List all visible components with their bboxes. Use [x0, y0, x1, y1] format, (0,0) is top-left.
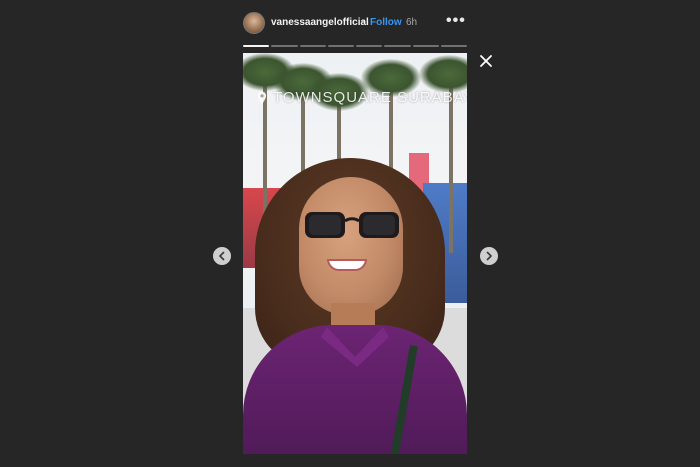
location-pin-icon — [257, 91, 267, 104]
chevron-left-icon — [219, 251, 225, 261]
story-header: vanessaangelofficial • Follow 6h ••• — [243, 12, 467, 36]
more-options-icon[interactable]: ••• — [446, 13, 466, 29]
progress-segment — [384, 45, 411, 47]
previous-story-button[interactable] — [213, 247, 231, 265]
progress-segment — [412, 45, 439, 47]
username[interactable]: vanessaangelofficial — [271, 17, 369, 28]
sunglasses — [305, 212, 399, 238]
chevron-right-icon — [486, 251, 492, 261]
separator-dot: • — [361, 17, 365, 28]
story-media[interactable]: TOWNSQUARE SURABAYA — [243, 53, 467, 454]
progress-segment — [299, 45, 326, 47]
follow-button[interactable]: Follow — [370, 17, 402, 28]
story-progress-bar — [243, 45, 467, 48]
shirt-collar — [321, 327, 389, 367]
next-story-button[interactable] — [480, 247, 498, 265]
time-ago: 6h — [406, 17, 418, 28]
location-name: TOWNSQUARE SURABAYA — [273, 89, 467, 106]
location-sticker[interactable]: TOWNSQUARE SURABAYA — [257, 89, 467, 106]
avatar[interactable] — [243, 12, 265, 34]
progress-segment — [356, 45, 383, 47]
close-icon[interactable] — [477, 52, 495, 70]
progress-segment — [243, 45, 270, 47]
progress-segment — [440, 45, 467, 47]
progress-segment — [327, 45, 354, 47]
person-face — [299, 177, 403, 315]
smile — [327, 259, 367, 271]
progress-segment — [271, 45, 298, 47]
